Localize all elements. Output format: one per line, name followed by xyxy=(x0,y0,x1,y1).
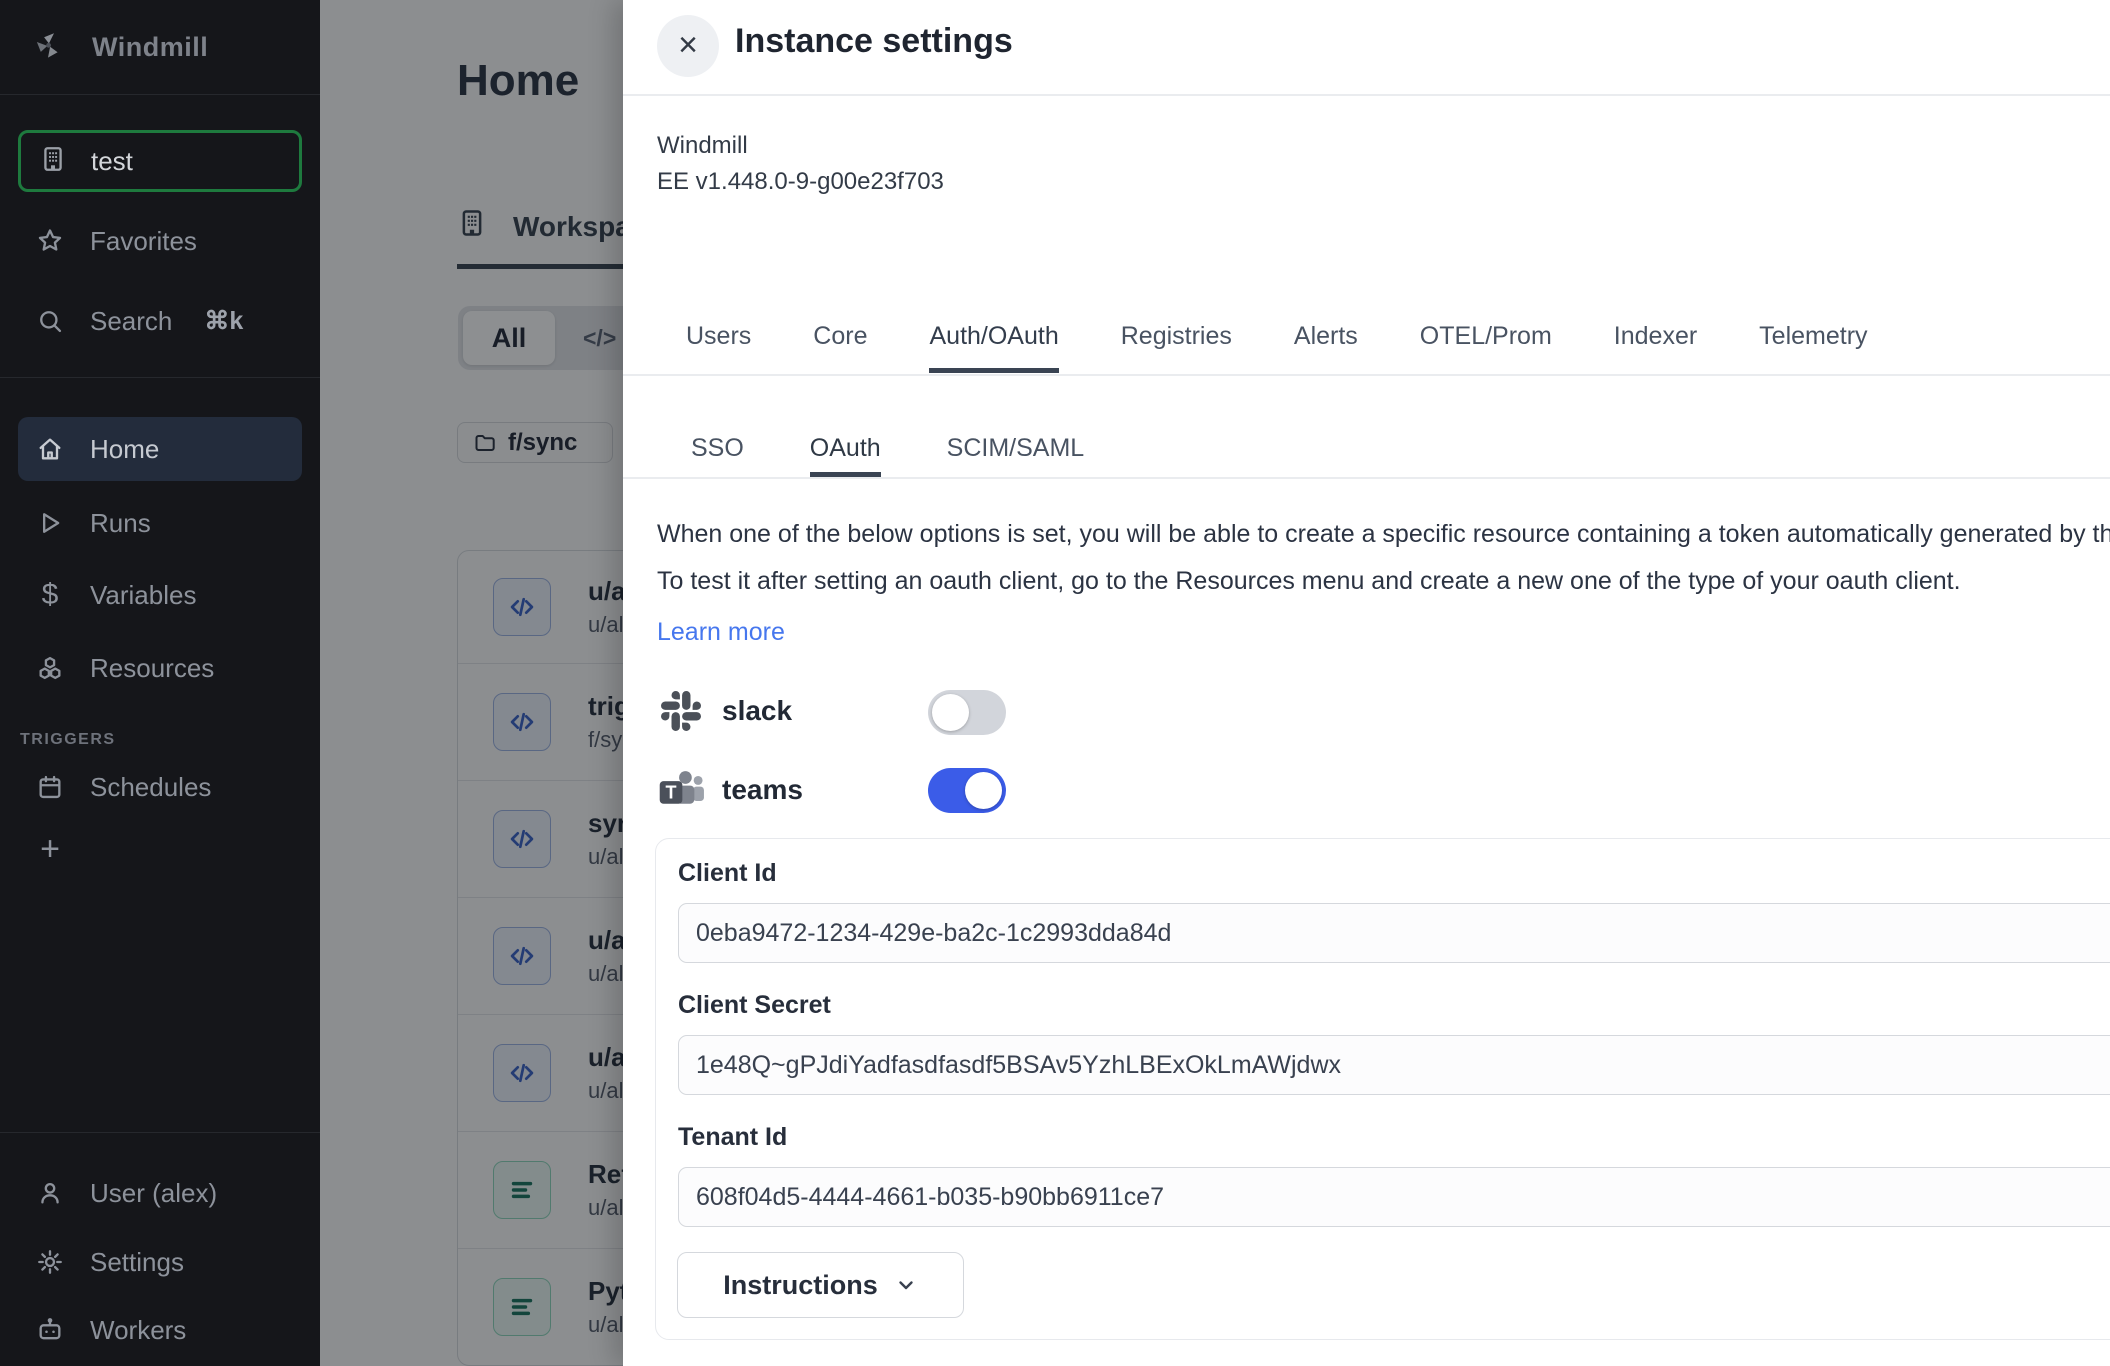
teams-toggle[interactable] xyxy=(928,768,1006,813)
sidebar-item-label: Search xyxy=(90,306,172,337)
auth-subtabs: SSO OAuth SCIM/SAML xyxy=(691,434,1084,477)
triggers-section-label: TRIGGERS xyxy=(20,731,116,749)
sidebar-item-label: Variables xyxy=(90,580,196,611)
client-id-label: Client Id xyxy=(678,859,777,888)
tenant-id-label: Tenant Id xyxy=(678,1123,787,1152)
calendar-icon xyxy=(36,773,64,801)
sidebar: Windmill test Favorites xyxy=(0,0,320,1366)
add-trigger-button[interactable]: + xyxy=(18,820,302,878)
sidebar-item-user[interactable]: User (alex) xyxy=(18,1164,302,1222)
sidebar-item-workers[interactable]: Workers xyxy=(18,1301,302,1359)
instructions-button[interactable]: Instructions xyxy=(677,1252,964,1318)
tenant-id-input[interactable] xyxy=(678,1167,2110,1227)
boxes-icon xyxy=(36,654,64,682)
subtab-sso[interactable]: SSO xyxy=(691,434,744,477)
oauth-description: When one of the below options is set, yo… xyxy=(657,511,2110,605)
description-line: When one of the below options is set, yo… xyxy=(657,511,2110,558)
instructions-label: Instructions xyxy=(723,1270,878,1301)
search-icon xyxy=(36,307,64,335)
building-icon xyxy=(39,145,67,178)
sidebar-divider xyxy=(0,377,320,378)
version-info: Windmill EE v1.448.0-9-g00e23f703 xyxy=(657,128,944,200)
sidebar-item-settings[interactable]: Settings xyxy=(18,1233,302,1291)
client-secret-input[interactable] xyxy=(678,1035,2110,1095)
sidebar-item-label: User (alex) xyxy=(90,1178,217,1209)
sidebar-item-label: Schedules xyxy=(90,772,211,803)
app-name: Windmill xyxy=(657,128,944,164)
gear-icon xyxy=(36,1248,64,1276)
toggle-knob xyxy=(932,694,969,731)
sidebar-item-label: Settings xyxy=(90,1247,184,1278)
version-string: EE v1.448.0-9-g00e23f703 xyxy=(657,164,944,200)
search-shortcut: ⌘k xyxy=(204,306,243,336)
sidebar-item-variables[interactable]: $ Variables xyxy=(18,566,302,624)
slack-toggle[interactable] xyxy=(928,690,1006,735)
sidebar-item-label: Home xyxy=(90,434,159,465)
app-logo: Windmill xyxy=(0,0,320,94)
close-button[interactable]: × xyxy=(657,15,719,77)
tab-alerts[interactable]: Alerts xyxy=(1294,322,1358,373)
teams-provider-label: teams xyxy=(722,774,803,806)
drawer-divider xyxy=(623,94,2110,96)
plus-icon: + xyxy=(36,835,64,863)
sidebar-item-runs[interactable]: Runs xyxy=(18,494,302,552)
instance-settings-drawer: × Instance settings Windmill EE v1.448.0… xyxy=(623,0,2110,1366)
slack-icon xyxy=(661,691,701,736)
windmill-logo-icon xyxy=(30,27,66,68)
app-name: Windmill xyxy=(92,32,208,63)
sidebar-item-search[interactable]: Search ⌘k xyxy=(18,292,302,350)
tabs-divider xyxy=(623,374,2110,376)
tab-indexer[interactable]: Indexer xyxy=(1614,322,1697,373)
sidebar-item-label: Workers xyxy=(90,1315,186,1346)
modal-backdrop[interactable] xyxy=(320,0,623,1366)
subtab-scim-saml[interactable]: SCIM/SAML xyxy=(947,434,1085,477)
sidebar-item-label: Favorites xyxy=(90,226,197,257)
sidebar-divider xyxy=(0,94,320,95)
sidebar-item-schedules[interactable]: Schedules xyxy=(18,758,302,816)
robot-icon xyxy=(36,1316,64,1344)
tab-core[interactable]: Core xyxy=(813,322,867,373)
client-secret-label: Client Secret xyxy=(678,991,831,1020)
chevron-down-icon xyxy=(894,1273,918,1297)
sidebar-item-label: Runs xyxy=(90,508,151,539)
tab-users[interactable]: Users xyxy=(686,322,751,373)
tab-telemetry[interactable]: Telemetry xyxy=(1759,322,1867,373)
play-icon xyxy=(36,509,64,537)
teams-config-card: Client Id Client Secret Tenant Id Instru… xyxy=(655,838,2110,1340)
workspace-name: test xyxy=(91,146,133,177)
client-id-input[interactable] xyxy=(678,903,2110,963)
settings-tabs: Users Core Auth/OAuth Registries Alerts … xyxy=(686,322,1868,373)
close-icon: × xyxy=(678,28,698,62)
star-icon xyxy=(36,227,64,255)
svg-text:T: T xyxy=(666,783,677,803)
tab-registries[interactable]: Registries xyxy=(1121,322,1232,373)
drawer-title: Instance settings xyxy=(735,22,1013,61)
description-line: To test it after setting an oauth client… xyxy=(657,558,2110,605)
tab-auth-oauth[interactable]: Auth/OAuth xyxy=(929,322,1058,373)
user-icon xyxy=(36,1179,64,1207)
sidebar-divider xyxy=(0,1132,320,1133)
dollar-icon: $ xyxy=(36,581,64,609)
sidebar-item-label: Resources xyxy=(90,653,214,684)
slack-provider-label: slack xyxy=(722,695,792,727)
tab-otel-prom[interactable]: OTEL/Prom xyxy=(1420,322,1552,373)
teams-icon: T xyxy=(658,766,706,817)
sidebar-item-resources[interactable]: Resources xyxy=(18,639,302,697)
toggle-knob xyxy=(965,772,1002,809)
workspace-selector[interactable]: test xyxy=(18,130,302,192)
subtabs-divider xyxy=(623,477,2110,479)
learn-more-link[interactable]: Learn more xyxy=(657,618,785,647)
subtab-oauth[interactable]: OAuth xyxy=(810,434,881,477)
home-icon xyxy=(36,435,64,463)
sidebar-item-home[interactable]: Home xyxy=(18,417,302,481)
sidebar-item-favorites[interactable]: Favorites xyxy=(18,212,302,270)
